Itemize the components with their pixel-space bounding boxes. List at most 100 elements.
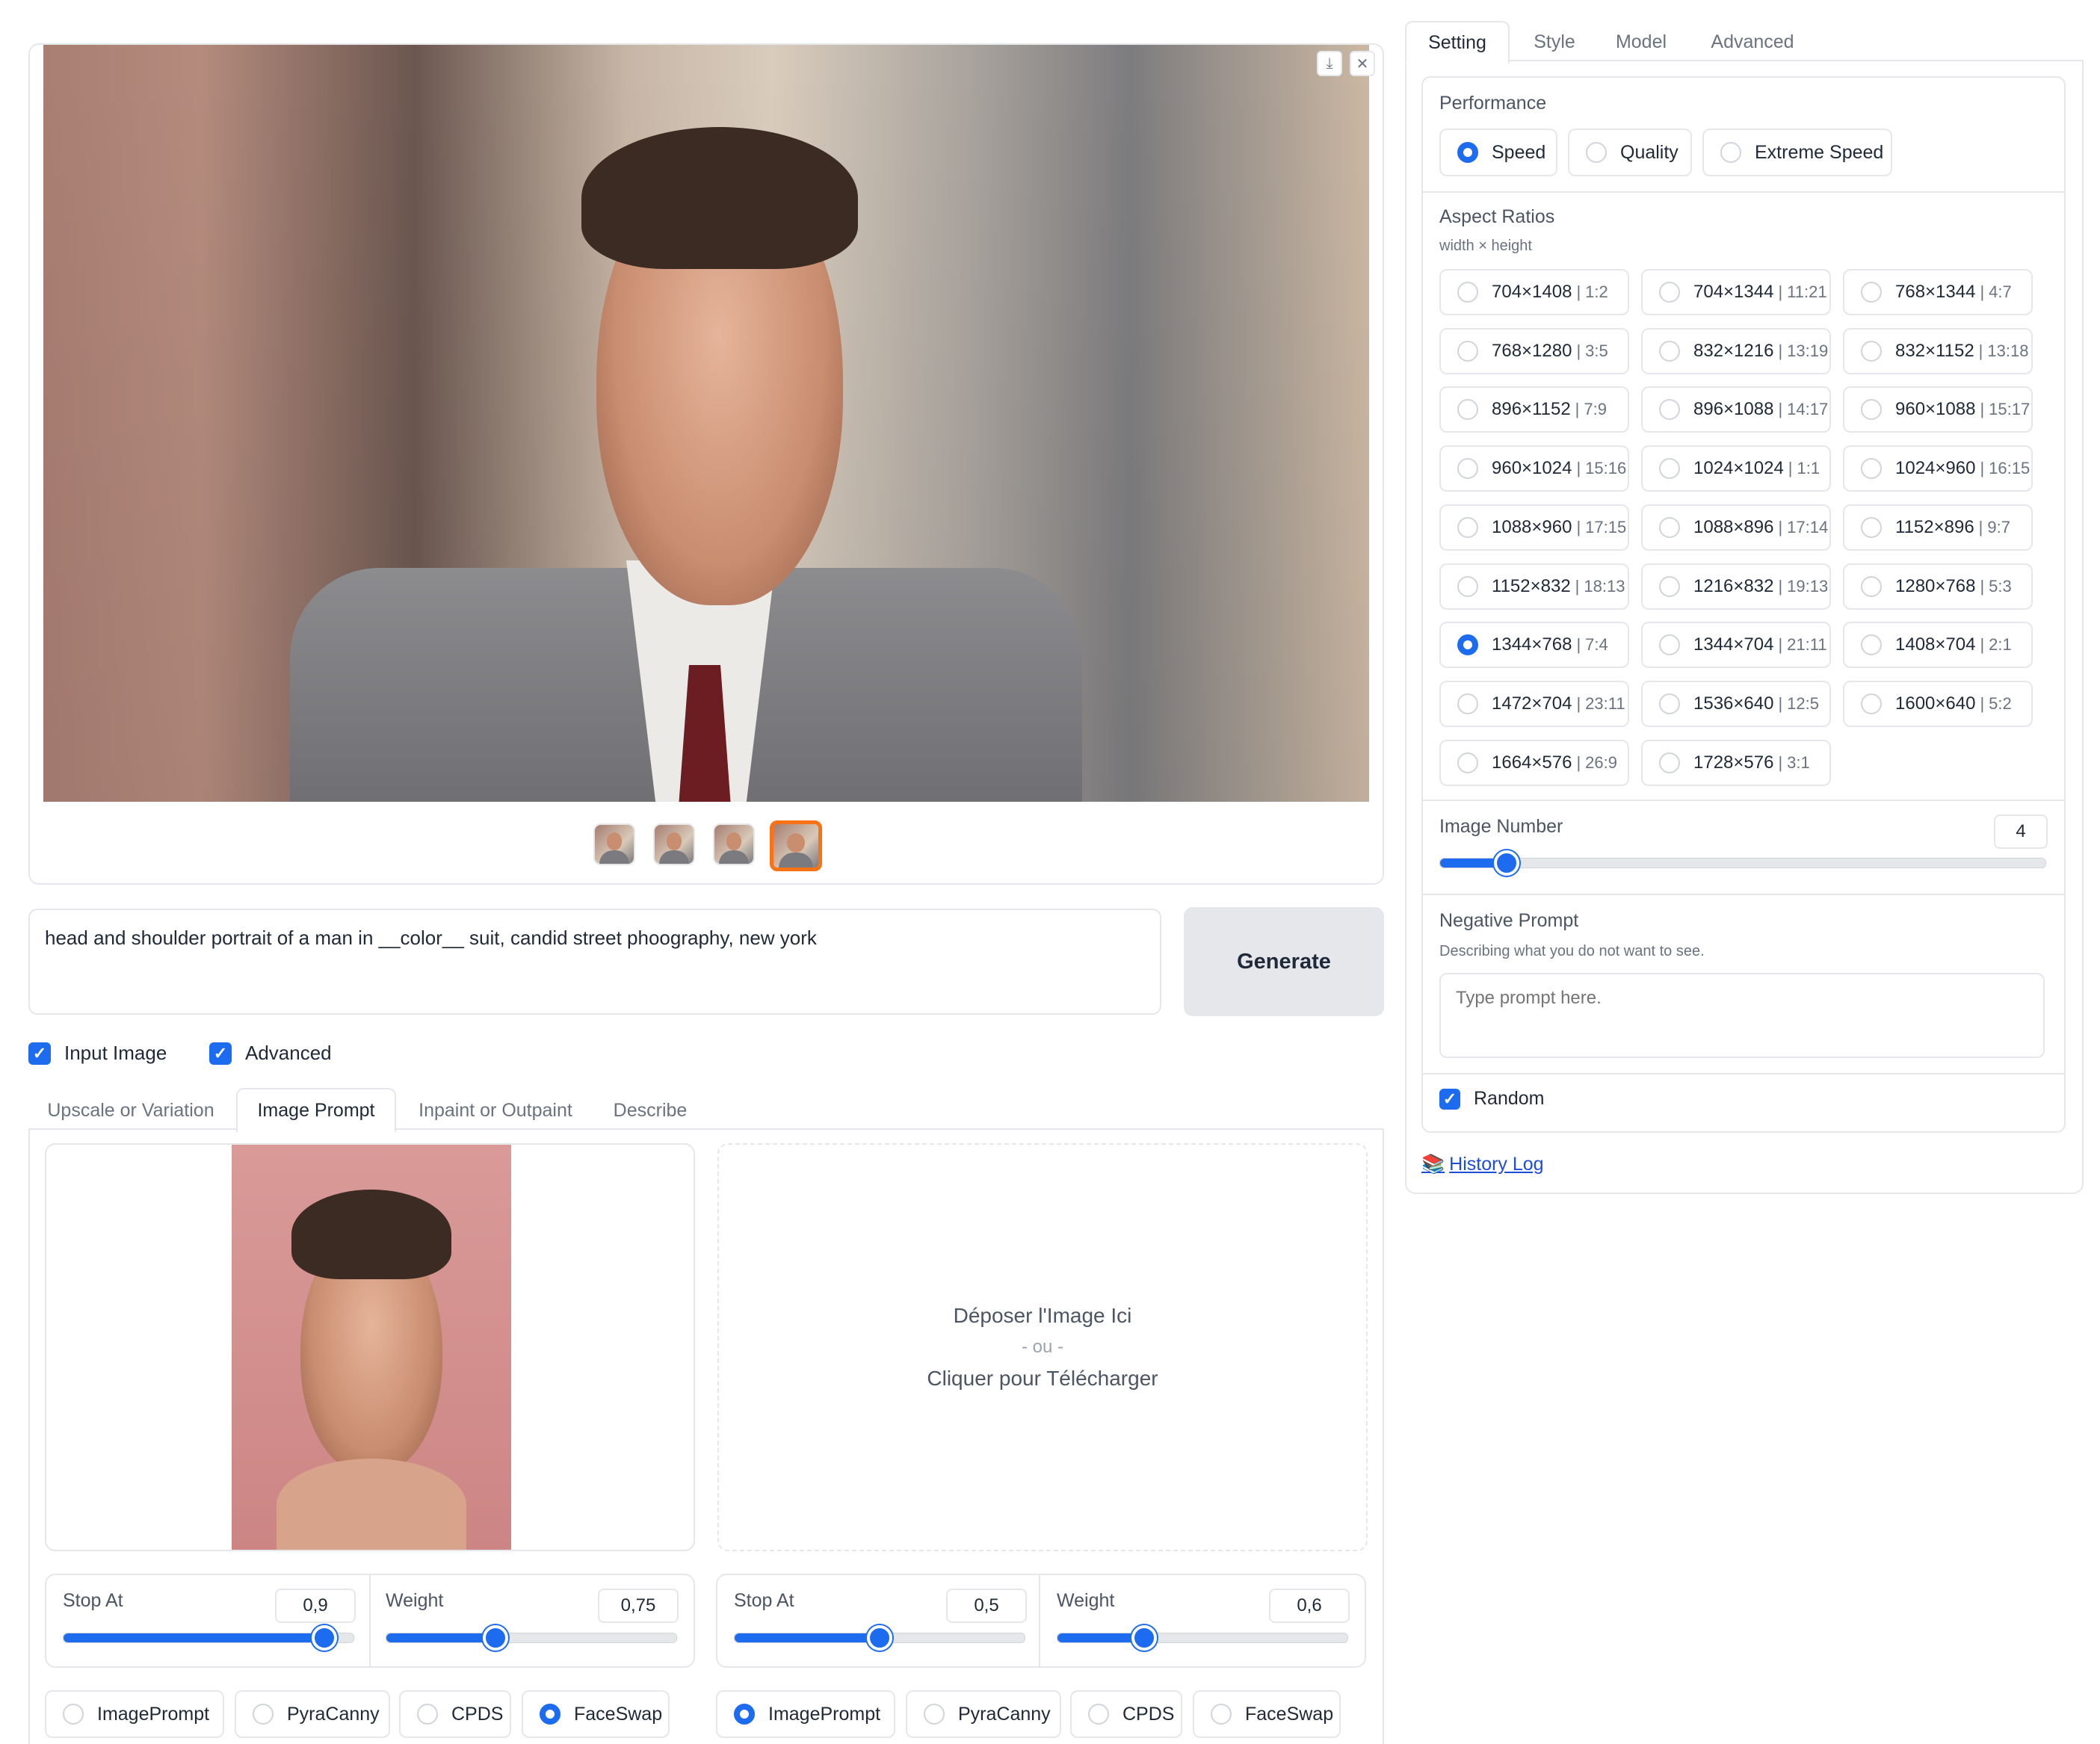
aspect-ratio-option[interactable]: 1600×640 | 5:2	[1843, 681, 2033, 727]
aspect-ratio-ratio: 14:17	[1787, 400, 1829, 418]
aspect-ratio-option[interactable]: 1152×896 | 9:7	[1843, 504, 2033, 551]
section-divider	[1423, 894, 2064, 895]
close-icon[interactable]: ✕	[1350, 51, 1375, 76]
image-prompt-slot-1[interactable]	[45, 1143, 695, 1551]
slot2-type-faceswap[interactable]: FaceSwap	[1193, 1690, 1341, 1738]
aspect-ratio-option[interactable]: 960×1088 | 15:17	[1843, 386, 2033, 433]
tab-upscale-or-variation[interactable]: Upscale or Variation	[33, 1088, 229, 1133]
aspect-ratio-ratio: 11:21	[1787, 282, 1827, 301]
prompt-text: head and shoulder portrait of a man in _…	[45, 927, 817, 949]
random-checkbox[interactable]: ✓ Random	[1439, 1088, 1545, 1110]
aspect-ratio-option[interactable]: 1024×960 | 16:15	[1843, 445, 2033, 492]
slot1-stop-at-input[interactable]: 0,9	[275, 1589, 356, 1623]
generated-image[interactable]	[43, 45, 1369, 802]
aspect-ratio-ratio: 1:1	[1797, 459, 1820, 477]
performance-quality[interactable]: Quality	[1568, 129, 1692, 176]
aspect-ratio-option[interactable]: 832×1216 | 13:19	[1641, 328, 1831, 374]
slot1-stop-at-label: Stop At	[63, 1590, 123, 1611]
slot2-weight-input[interactable]: 0,6	[1269, 1589, 1350, 1623]
aspect-ratio-option[interactable]: 896×1152 | 7:9	[1439, 386, 1629, 433]
thumbnail-1[interactable]	[593, 823, 635, 865]
aspect-ratio-option[interactable]: 832×1152 | 13:18	[1843, 328, 2033, 374]
tab-advanced[interactable]: Advanced	[1696, 19, 1809, 64]
input-image-label: Input Image	[64, 1042, 167, 1064]
radio-icon	[1861, 282, 1882, 303]
slot1-type-pyracanny[interactable]: PyraCanny	[235, 1690, 390, 1738]
prompt-input[interactable]: head and shoulder portrait of a man in _…	[28, 909, 1161, 1015]
aspect-ratio-option[interactable]: 1408×704 | 2:1	[1843, 622, 2033, 668]
tab-image-prompt[interactable]: Image Prompt	[236, 1088, 396, 1133]
aspect-ratio-option[interactable]: 1152×832 | 18:13	[1439, 563, 1629, 610]
slot2-weight-slider[interactable]	[1057, 1625, 1348, 1651]
generate-button[interactable]: Generate	[1184, 907, 1384, 1016]
tab-model[interactable]: Model	[1604, 19, 1679, 64]
aspect-ratio-option[interactable]: 1024×1024 | 1:1	[1641, 445, 1831, 492]
input-image-checkbox[interactable]: ✓ Input Image	[28, 1042, 167, 1065]
slot2-stop-at-input[interactable]: 0,5	[946, 1589, 1027, 1623]
slot1-type-faceswap[interactable]: FaceSwap	[522, 1690, 670, 1738]
image-number-input[interactable]: 4	[1994, 814, 2048, 849]
aspect-ratio-option[interactable]: 1536×640 | 12:5	[1641, 681, 1831, 727]
aspect-ratio-option[interactable]: 1280×768 | 5:3	[1843, 563, 2033, 610]
radio-icon	[417, 1704, 438, 1725]
history-log-link[interactable]: 📚 History Log	[1421, 1154, 1544, 1175]
slot2-stop-at-label: Stop At	[734, 1590, 794, 1611]
image-dropzone[interactable]: Déposer l'Image Ici - ou - Cliquer pour …	[717, 1143, 1368, 1551]
aspect-ratio-size: 1024×960	[1895, 458, 1976, 478]
slot2-type-cpds[interactable]: CPDS	[1070, 1690, 1182, 1738]
aspect-ratio-option[interactable]: 768×1280 | 3:5	[1439, 328, 1629, 374]
slot2-type-imageprompt[interactable]: ImagePrompt	[716, 1690, 895, 1738]
slot1-weight-slider[interactable]	[386, 1625, 677, 1651]
dropzone-or: - ou -	[1021, 1337, 1063, 1357]
aspect-ratio-option[interactable]: 1216×832 | 19:13	[1641, 563, 1831, 610]
aspect-ratio-option[interactable]: 1344×768 | 7:4	[1439, 622, 1629, 668]
negative-prompt-sublabel: Describing what you do not want to see.	[1439, 943, 1705, 959]
tab-describe[interactable]: Describe	[598, 1088, 702, 1133]
aspect-ratio-option[interactable]: 1664×576 | 26:9	[1439, 740, 1629, 786]
slot1-stop-at-slider[interactable]	[63, 1625, 354, 1651]
aspect-ratio-size: 1536×640	[1693, 693, 1774, 714]
aspect-ratio-size: 1152×896	[1895, 517, 1974, 537]
aspect-ratio-ratio: 16:15	[1989, 459, 2030, 477]
thumbnail-3[interactable]	[713, 823, 755, 865]
aspect-ratio-option[interactable]: 960×1024 | 15:16	[1439, 445, 1629, 492]
image-number-slider[interactable]	[1439, 850, 2046, 876]
slot2-type-pyracanny[interactable]: PyraCanny	[906, 1690, 1061, 1738]
aspect-ratio-size: 832×1216	[1693, 341, 1774, 361]
aspect-ratio-size: 768×1280	[1492, 341, 1572, 361]
performance-extreme-speed[interactable]: Extreme Speed	[1702, 129, 1892, 176]
aspect-ratio-ratio: 13:18	[1987, 341, 2029, 360]
thumbnail-4-selected[interactable]	[770, 820, 822, 871]
aspect-ratio-ratio: 26:9	[1585, 753, 1617, 772]
aspect-ratio-option[interactable]: 704×1344 | 11:21	[1641, 269, 1831, 315]
aspect-ratio-size: 1664×576	[1492, 752, 1572, 773]
aspect-ratio-option[interactable]: 1728×576 | 3:1	[1641, 740, 1831, 786]
radio-icon	[1211, 1704, 1232, 1725]
aspect-ratio-option[interactable]: 704×1408 | 1:2	[1439, 269, 1629, 315]
aspect-ratio-ratio: 18:13	[1584, 577, 1625, 596]
portrait-hair	[581, 127, 858, 269]
slot1-weight-input[interactable]: 0,75	[598, 1589, 679, 1623]
aspect-ratio-option[interactable]: 896×1088 | 14:17	[1641, 386, 1831, 433]
radio-selected-icon	[540, 1704, 560, 1725]
advanced-checkbox[interactable]: ✓ Advanced	[209, 1042, 332, 1065]
slot1-type-cpds[interactable]: CPDS	[399, 1690, 511, 1738]
tab-setting[interactable]: Setting	[1405, 21, 1510, 64]
slot2-stop-at-slider[interactable]	[734, 1625, 1025, 1651]
aspect-ratio-option[interactable]: 768×1344 | 4:7	[1843, 269, 2033, 315]
negative-prompt-input[interactable]	[1439, 973, 2045, 1058]
aspect-ratio-option[interactable]: 1344×704 | 21:11	[1641, 622, 1831, 668]
performance-speed[interactable]: Speed	[1439, 129, 1557, 176]
radio-icon	[1720, 142, 1741, 163]
radio-icon	[1861, 634, 1882, 655]
tab-style[interactable]: Style	[1517, 19, 1592, 64]
thumbnail-2[interactable]	[653, 823, 695, 865]
tab-inpaint-or-outpaint[interactable]: Inpaint or Outpaint	[402, 1088, 589, 1133]
check-icon: ✓	[209, 1042, 232, 1065]
slot1-type-imageprompt[interactable]: ImagePrompt	[45, 1690, 224, 1738]
download-icon[interactable]: ⤓	[1317, 51, 1342, 76]
aspect-ratio-option[interactable]: 1088×896 | 17:14	[1641, 504, 1831, 551]
aspect-ratio-option[interactable]: 1472×704 | 23:11	[1439, 681, 1629, 727]
aspect-ratio-option[interactable]: 1088×960 | 17:15	[1439, 504, 1629, 551]
aspect-ratio-ratio: 13:19	[1787, 341, 1829, 360]
